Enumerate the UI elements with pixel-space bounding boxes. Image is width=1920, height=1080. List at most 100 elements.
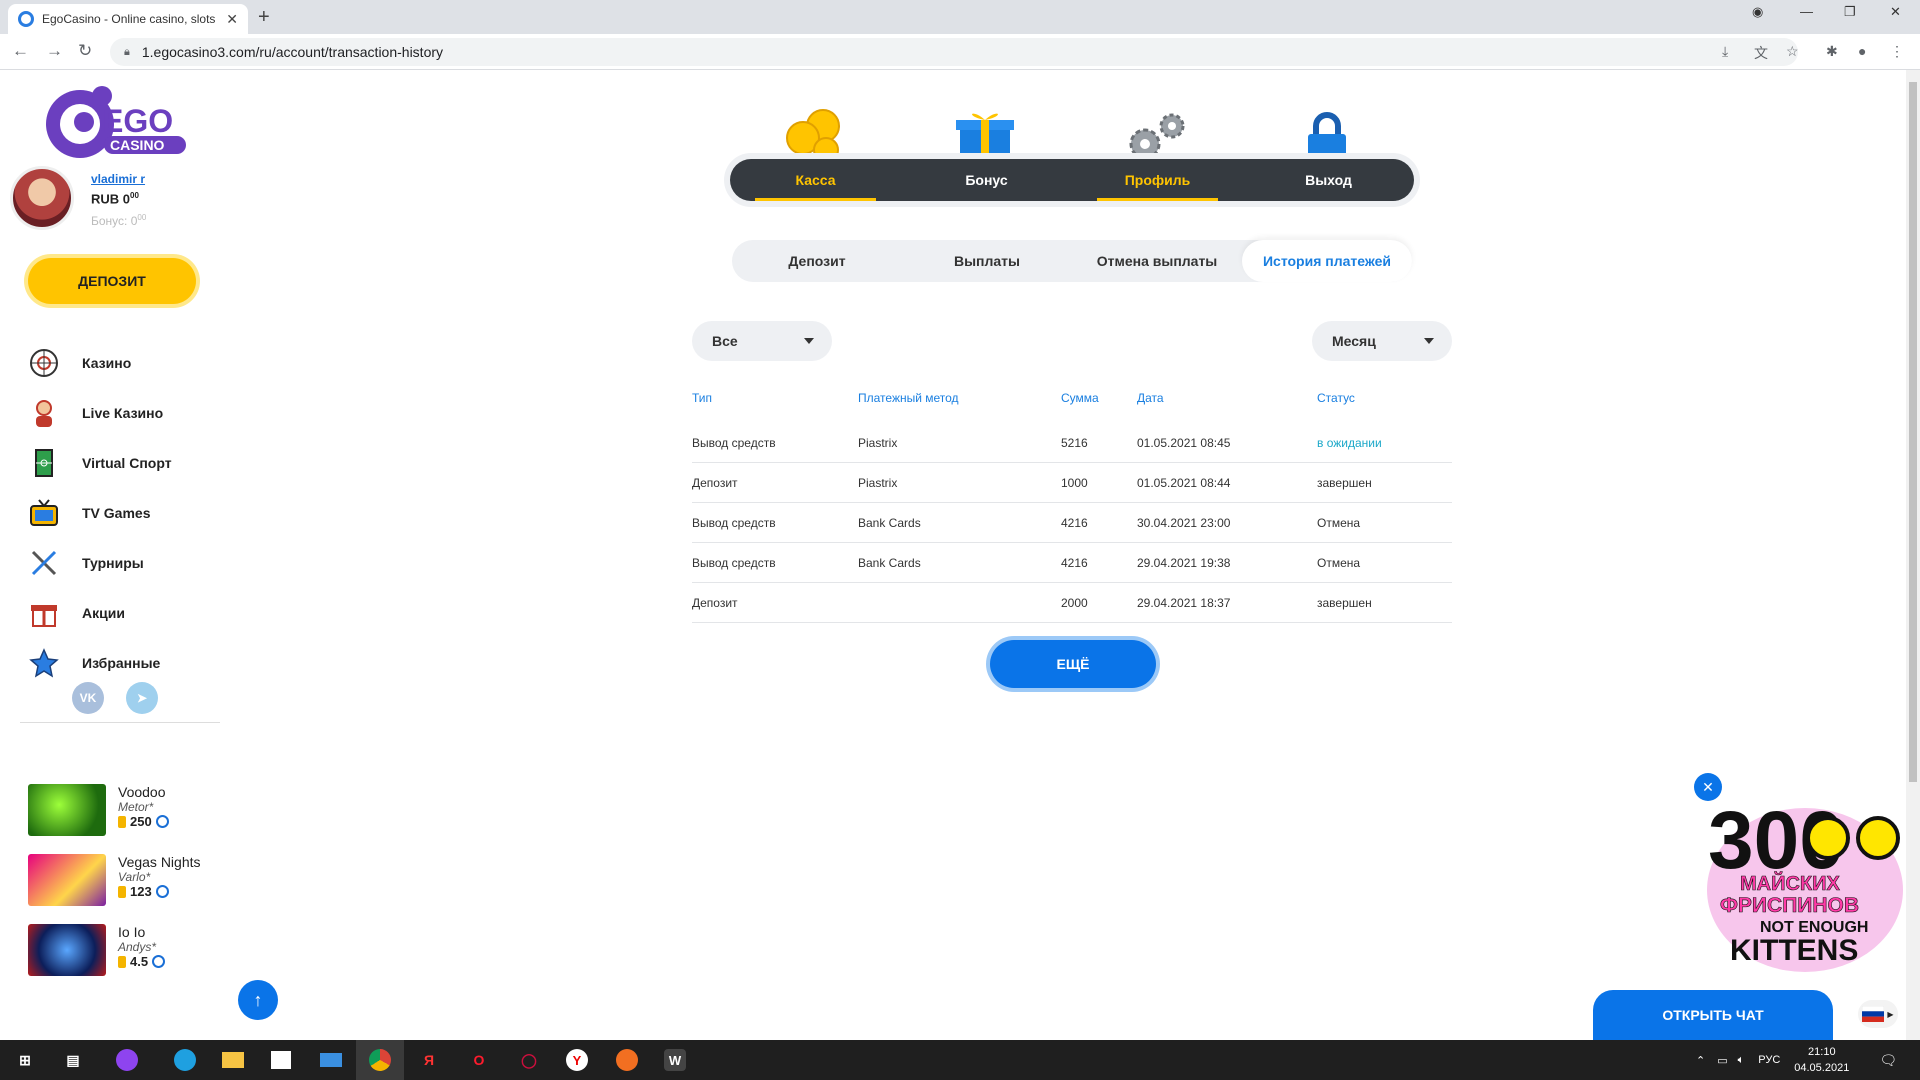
install-icon[interactable]: ⤓ — [1722, 43, 1728, 60]
open-chat-button[interactable]: ОТКРЫТЬ ЧАТ — [1593, 990, 1833, 1040]
bonus-cents: 00 — [137, 213, 147, 222]
star-icon — [28, 647, 60, 679]
store-icon[interactable] — [268, 1048, 294, 1072]
tab-close-icon[interactable]: ✕ — [226, 11, 238, 28]
tab-cancel-withdrawal[interactable]: Отмена выплаты — [1072, 240, 1242, 282]
notifications-icon[interactable]: 🗨︎ — [1879, 1052, 1897, 1069]
table-header: Тип Платежный метод Сумма Дата Статус — [692, 391, 1452, 423]
browser-menu-icon[interactable]: ⋮ — [1890, 43, 1904, 60]
table-row: Депозит 2000 29.04.2021 18:37 завершен — [692, 583, 1452, 623]
game-provider: Andys* — [118, 940, 157, 954]
game-card[interactable]: Io Io Andys* 4.5 — [28, 924, 201, 994]
tray-chevron-icon[interactable]: ⌃ — [1696, 1054, 1705, 1067]
language-switcher[interactable]: ▶ — [1858, 1000, 1898, 1028]
back-icon[interactable]: ← — [12, 41, 29, 61]
site-favicon-icon — [18, 11, 34, 27]
header-amount[interactable]: Сумма — [1061, 391, 1137, 423]
vk-icon[interactable]: VK — [72, 682, 104, 714]
avatar[interactable] — [10, 166, 74, 230]
task-view-icon[interactable]: ▤ — [60, 1048, 86, 1072]
forward-icon[interactable]: → — [46, 41, 63, 61]
sidebar-item-promotions[interactable]: Акции — [28, 588, 172, 638]
profile-menu-icon[interactable]: ◉ — [1752, 4, 1763, 20]
network-icon[interactable]: ▭ — [1717, 1054, 1727, 1067]
header-method[interactable]: Платежный метод — [858, 391, 1061, 423]
game-card[interactable]: Voodoo Metor* 250 — [28, 784, 201, 854]
sidebar-item-label: Virtual Спорт — [82, 455, 172, 471]
promo-close-icon[interactable]: ✕ — [1694, 773, 1722, 801]
load-more-button[interactable]: ЕЩЁ — [990, 640, 1156, 688]
reload-icon[interactable]: ↻ — [78, 41, 92, 61]
nav-cashier[interactable]: Касса — [730, 159, 901, 201]
maximize-icon[interactable]: ❐ — [1844, 4, 1856, 20]
nav-bonus[interactable]: Бонус — [901, 159, 1072, 201]
sidebar-item-tournaments[interactable]: Турниры — [28, 538, 172, 588]
mail-icon[interactable] — [318, 1048, 344, 1072]
new-tab-icon[interactable]: + — [258, 6, 270, 29]
account-icon[interactable]: ● — [1858, 43, 1866, 59]
w-app-icon[interactable]: W — [662, 1048, 688, 1072]
tab-withdrawals[interactable]: Выплаты — [902, 240, 1072, 282]
clock-time: 21:10 — [1808, 1046, 1836, 1058]
chrome-taskbar-icon[interactable] — [356, 1040, 404, 1080]
page-scrollbar[interactable] — [1906, 70, 1920, 1040]
translate-icon[interactable]: 文 — [1754, 43, 1768, 63]
deposit-button[interactable]: ДЕПОЗИТ — [28, 258, 196, 304]
game-thumbnail[interactable] — [28, 924, 106, 976]
username-link[interactable]: vladimir r — [91, 172, 145, 186]
tab-payment-history[interactable]: История платежей — [1242, 240, 1412, 282]
clock[interactable]: 21:10 04.05.2021 — [1794, 1044, 1849, 1076]
egocasino-logo[interactable]: EGO CASINO — [40, 82, 190, 162]
svg-text:CASINO: CASINO — [110, 137, 165, 153]
field-icon — [28, 447, 60, 479]
scroll-to-top-button[interactable]: ↑ — [238, 980, 278, 1020]
header-status[interactable]: Статус — [1317, 391, 1452, 423]
account-top-nav: Касса Бонус Профиль Выход — [724, 153, 1420, 207]
opera-icon[interactable]: O — [466, 1048, 492, 1072]
tab-title: EgoCasino - Online casino, slots — [42, 12, 216, 26]
game-rating: 250 — [118, 814, 169, 829]
period-filter-select[interactable]: Месяц — [1312, 321, 1452, 361]
volume-icon[interactable]: 🔈︎ — [1738, 1054, 1745, 1067]
chevron-down-icon — [804, 338, 814, 344]
game-rating-value: 123 — [130, 884, 152, 899]
cell-type: Депозит — [692, 475, 738, 490]
file-explorer-icon[interactable] — [220, 1048, 246, 1072]
header-type[interactable]: Тип — [692, 391, 858, 423]
promo-banner[interactable]: 300 МАЙСКИХ ФРИСПИНОВ NOT ENOUGH KITTENS — [1700, 780, 1910, 975]
sidebar-item-virtual-sport[interactable]: Virtual Спорт — [28, 438, 172, 488]
media-app-icon[interactable] — [614, 1048, 640, 1072]
address-bar[interactable]: 🔒︎ 1.egocasino3.com/ru/account/transacti… — [110, 38, 1798, 66]
yandex-icon[interactable]: Я — [416, 1048, 442, 1072]
telegram-icon[interactable]: ➤ — [126, 682, 158, 714]
game-thumbnail[interactable] — [28, 854, 106, 906]
header-date[interactable]: Дата — [1137, 391, 1317, 423]
sidebar-item-live-casino[interactable]: Live Казино — [28, 388, 172, 438]
russia-flag-icon — [1862, 1006, 1885, 1022]
game-card[interactable]: Vegas Nights Varlo* 123 — [28, 854, 201, 924]
scrollbar-thumb[interactable] — [1909, 82, 1917, 782]
nav-logout[interactable]: Выход — [1243, 159, 1414, 201]
opera-gx-icon[interactable]: ◯ — [516, 1048, 542, 1072]
bookmark-star-icon[interactable]: ☆ — [1786, 43, 1799, 60]
close-window-icon[interactable]: ✕ — [1890, 4, 1901, 20]
minimize-icon[interactable]: — — [1800, 4, 1813, 19]
sidebar-item-label: Live Казино — [82, 405, 164, 421]
browser-tab[interactable]: EgoCasino - Online casino, slots ✕ — [8, 4, 248, 34]
sidebar-item-favorites[interactable]: Избранные — [28, 638, 172, 688]
type-filter-select[interactable]: Все — [692, 321, 832, 361]
input-language[interactable]: РУС — [1758, 1054, 1780, 1066]
yandex-browser-icon[interactable]: Y — [564, 1048, 590, 1072]
nav-profile[interactable]: Профиль — [1072, 159, 1243, 201]
app-icon[interactable] — [114, 1048, 140, 1072]
game-thumbnail[interactable] — [28, 784, 106, 836]
period-filter-value: Месяц — [1332, 333, 1376, 349]
windows-start-icon[interactable]: ⊞ — [12, 1048, 38, 1072]
tab-deposit[interactable]: Депозит — [732, 240, 902, 282]
sidebar-item-tv-games[interactable]: TV Games — [28, 488, 172, 538]
edge-icon[interactable] — [172, 1048, 198, 1072]
extensions-icon[interactable]: ✱ — [1826, 43, 1838, 60]
table-row: Вывод средств Bank Cards 4216 29.04.2021… — [692, 543, 1452, 583]
tv-icon — [28, 497, 60, 529]
sidebar-item-casino[interactable]: Казино — [28, 338, 172, 388]
